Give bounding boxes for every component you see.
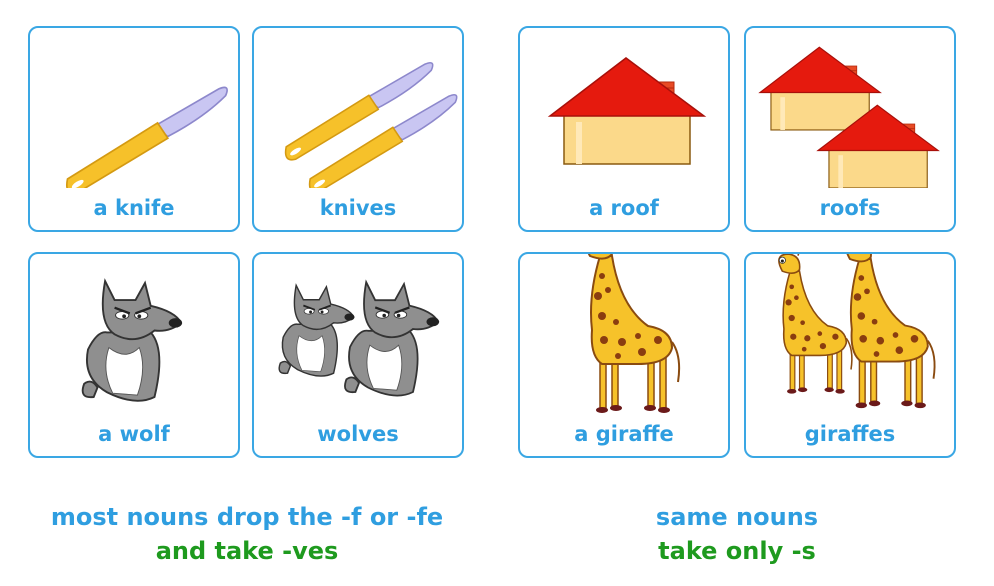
wolf-icon [81,279,184,402]
card-a-wolf: a wolf [28,252,240,458]
caption-right: same nouns take only -s [518,500,956,568]
card-wolves: wolves [252,252,464,458]
card-giraffes: giraffes [744,252,956,458]
card-label: roofs [819,196,881,220]
card-label: giraffes [804,422,896,446]
house-icon [549,57,705,165]
caption-right-line2: take only -s [658,537,816,565]
card-a-roof: a roof [518,26,730,232]
caption-left-line1: most nouns drop the -f or -fe [50,503,444,531]
card-a-knife: a knife [28,26,240,232]
card-label: a roof [589,196,659,220]
card-label: knives [319,196,397,220]
card-label: a giraffe [574,422,674,446]
card-roofs: roofs [744,26,956,232]
houses-icon [759,46,939,188]
caption-left-line2: and take -ves [155,537,339,565]
giraffe-icon [584,254,681,414]
caption-right-line1: same nouns [655,503,819,531]
knife-icon [65,86,228,188]
caption-left: most nouns drop the -f or -fe and take -… [28,500,466,568]
card-label: a wolf [98,422,170,446]
card-label: wolves [317,422,399,446]
giraffes-icon [778,254,936,410]
wolves-icon [278,281,441,397]
knives-icon [284,61,458,188]
card-label: a knife [93,196,175,220]
card-a-giraffe: a giraffe [518,252,730,458]
card-knives: knives [252,26,464,232]
